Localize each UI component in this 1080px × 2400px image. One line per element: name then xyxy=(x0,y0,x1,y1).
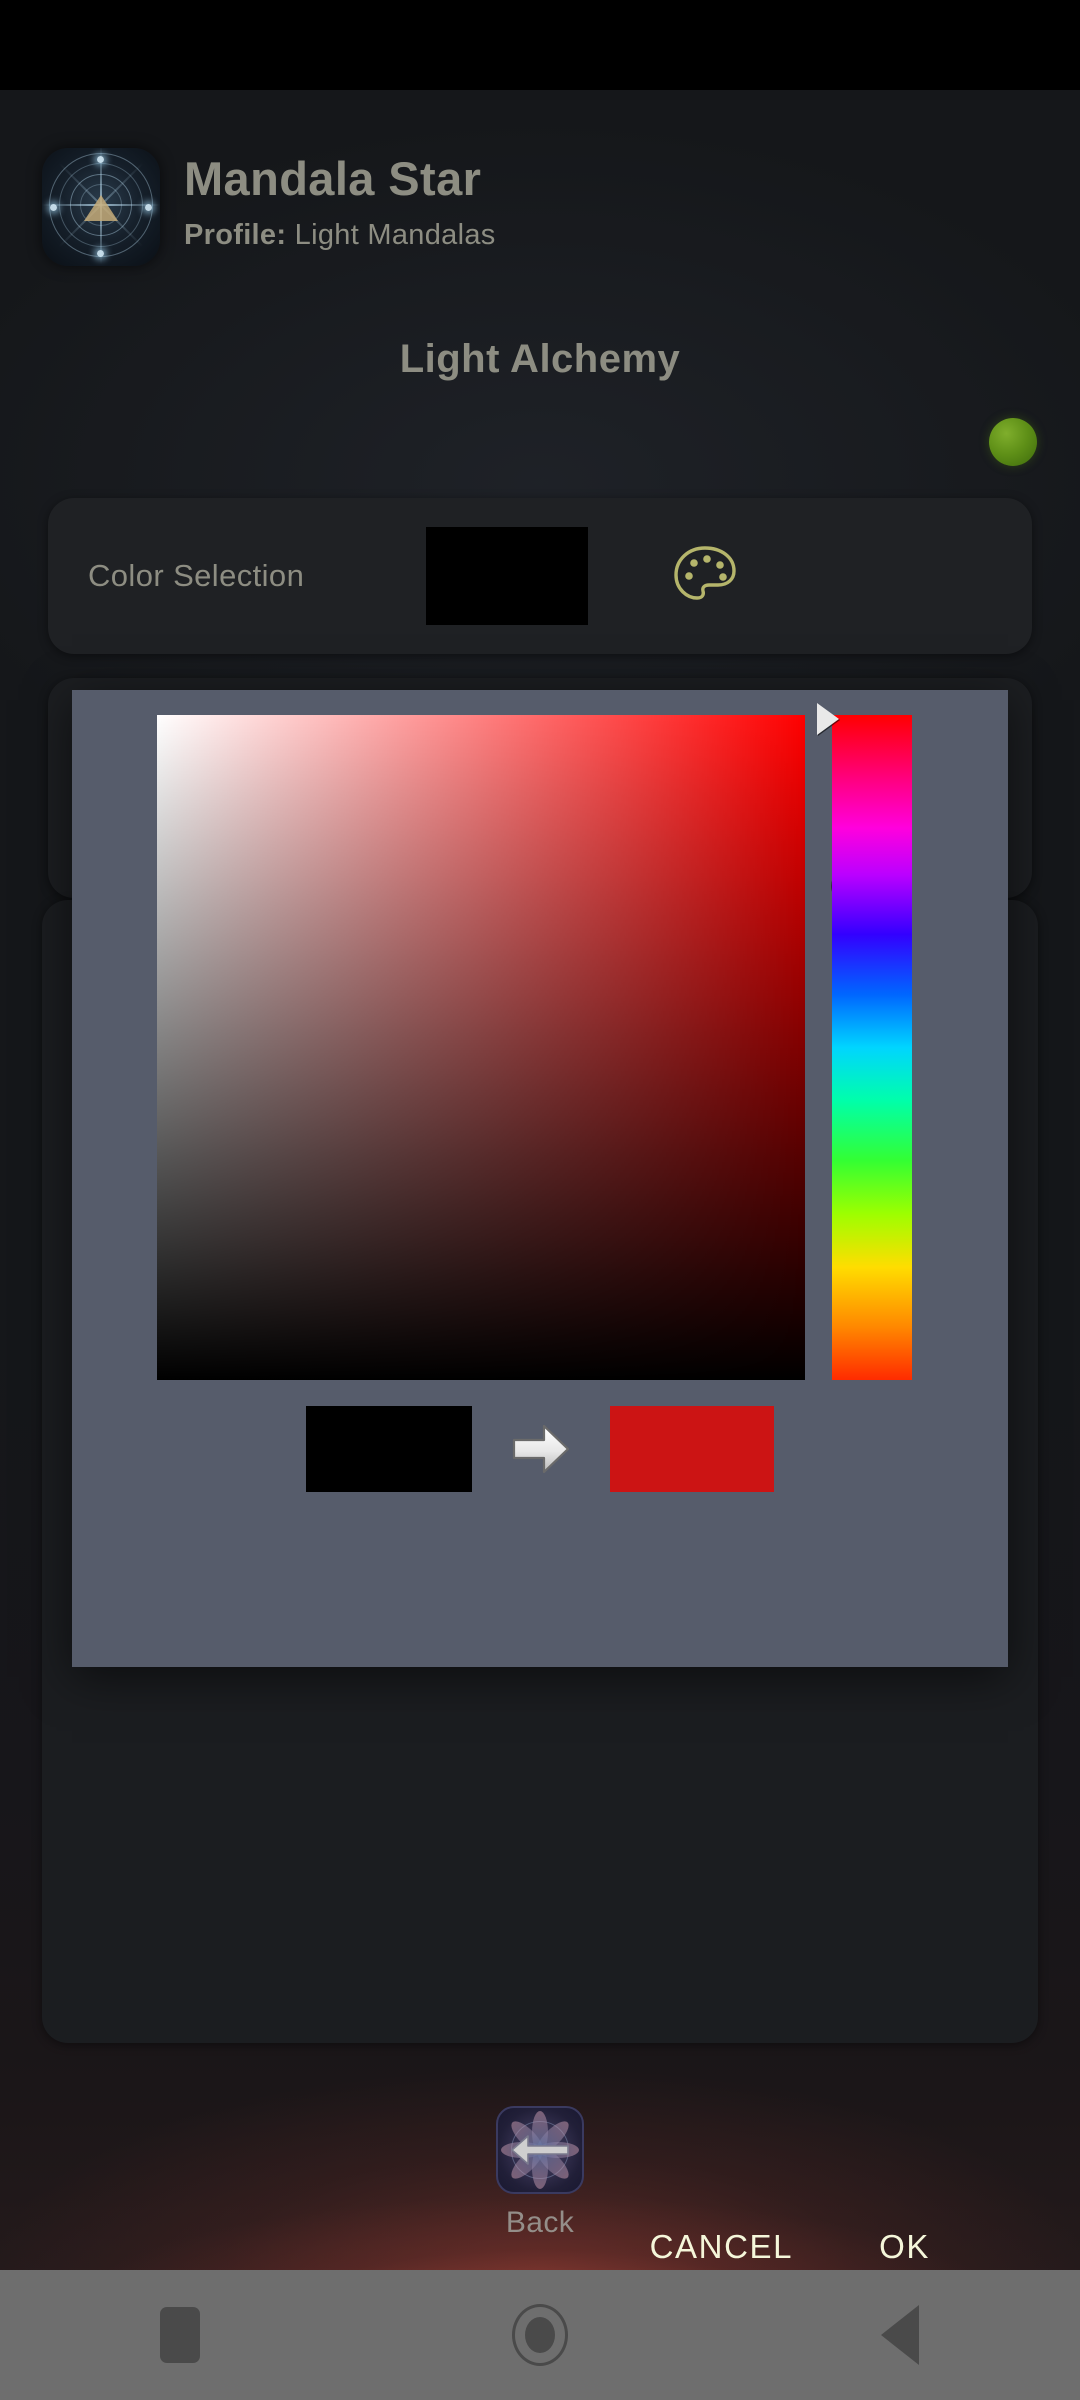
hue-slider-handle[interactable] xyxy=(817,703,839,735)
phone-screen: Mandala Star Profile: Light Mandalas Lig… xyxy=(0,0,1080,2400)
app-title: Mandala Star xyxy=(184,152,482,205)
status-indicator-dot[interactable] xyxy=(989,418,1037,466)
app-header: Mandala Star Profile: Light Mandalas xyxy=(42,148,496,266)
color-selection-label: Color Selection xyxy=(88,558,305,593)
circle-home-icon xyxy=(512,2304,568,2366)
mandala-back-icon xyxy=(496,2106,584,2194)
old-color-swatch xyxy=(306,1406,472,1492)
mandala-star-app-icon xyxy=(42,148,160,266)
color-preview-row xyxy=(72,1406,1008,1492)
status-bar xyxy=(0,0,1080,90)
profile-line: Profile: Light Mandalas xyxy=(184,219,496,252)
color-picker-dialog: CANCEL OK xyxy=(72,690,1008,2265)
color-selection-row: Color Selection xyxy=(48,498,1032,654)
new-color-swatch xyxy=(610,1406,774,1492)
back-nav-item[interactable]: Back xyxy=(0,2106,1080,2240)
recents-button[interactable] xyxy=(110,2280,250,2390)
current-color-swatch[interactable] xyxy=(426,527,588,625)
hue-slider[interactable] xyxy=(832,715,912,1380)
triangle-back-icon xyxy=(881,2305,919,2365)
profile-label: Profile: xyxy=(184,219,287,252)
palette-button[interactable] xyxy=(672,544,738,608)
page-title: Light Alchemy xyxy=(399,337,681,381)
profile-value: Light Mandalas xyxy=(294,219,496,252)
right-arrow-icon xyxy=(512,1424,570,1474)
system-navigation-bar xyxy=(0,2270,1080,2400)
back-label: Back xyxy=(505,2206,575,2239)
left-arrow-icon xyxy=(511,2135,569,2165)
system-back-button[interactable] xyxy=(830,2280,970,2390)
home-button[interactable] xyxy=(470,2280,610,2390)
saturation-value-square[interactable] xyxy=(157,715,863,1380)
square-recents-icon xyxy=(160,2307,200,2363)
palette-icon xyxy=(674,546,736,600)
